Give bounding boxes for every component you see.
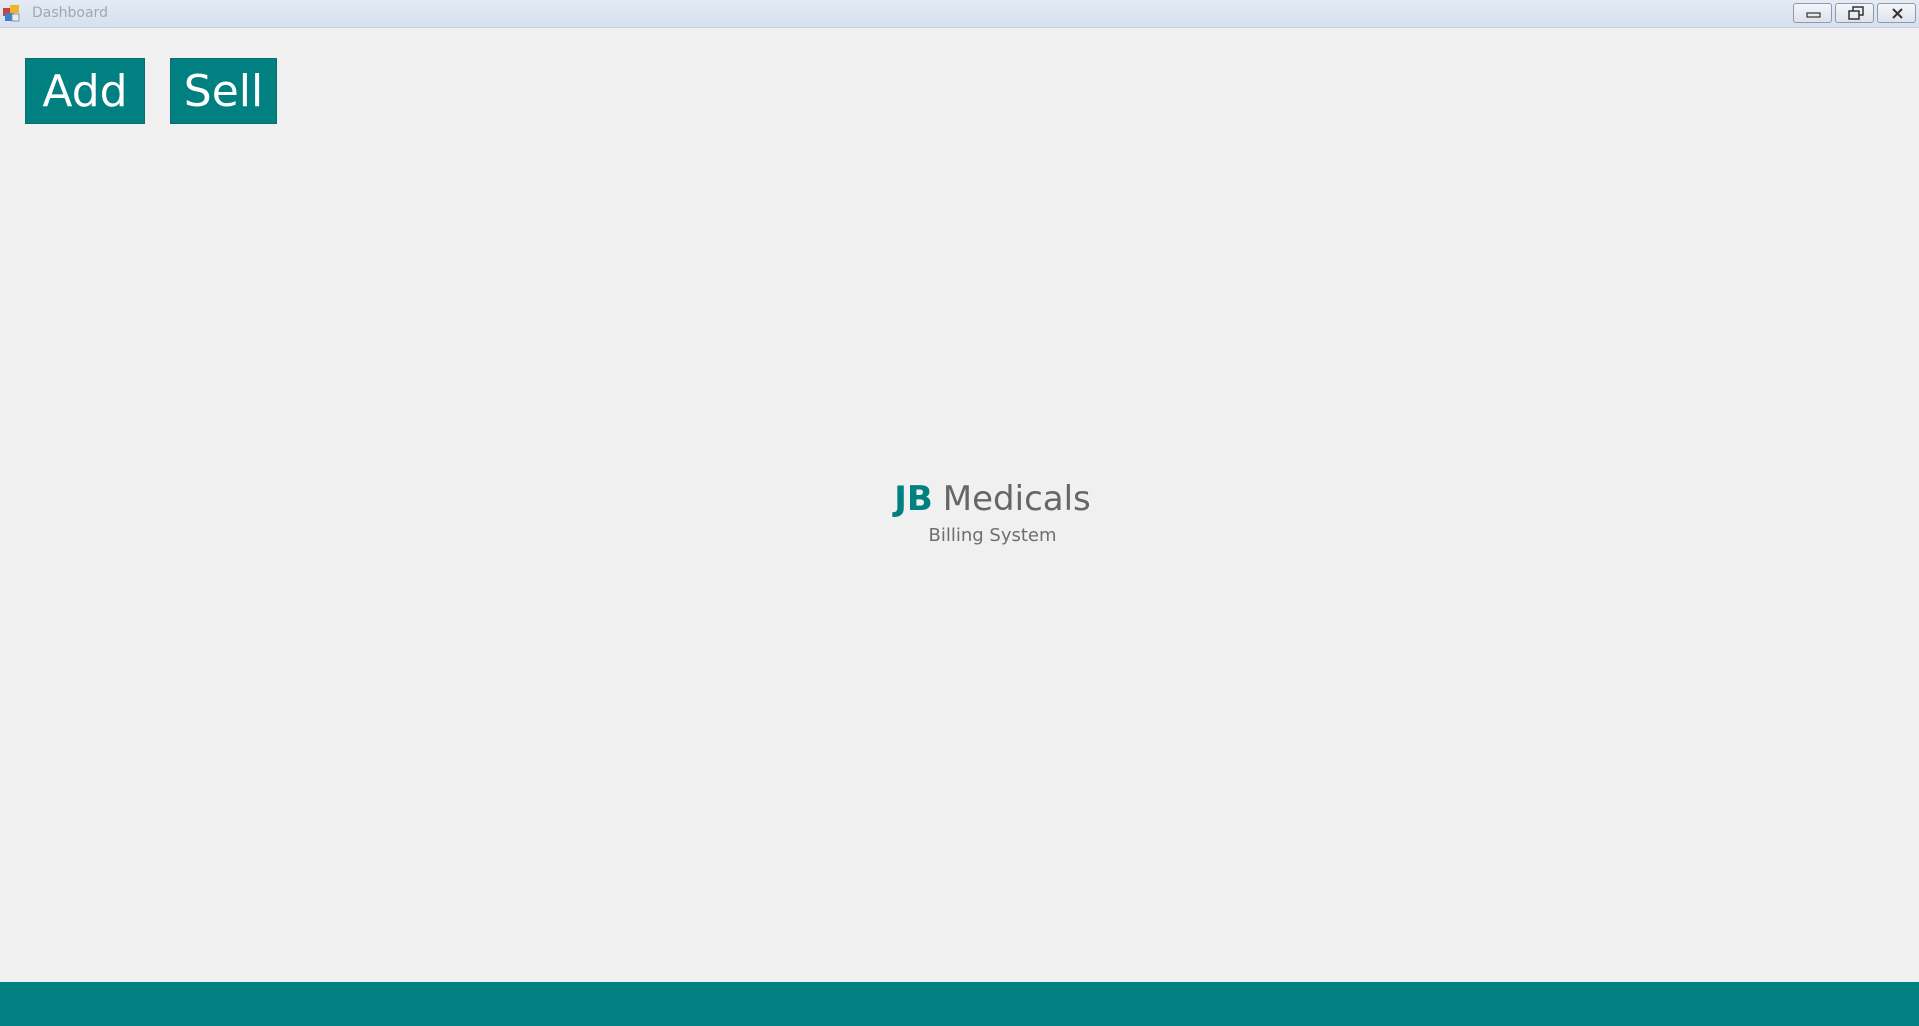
close-button[interactable] (1877, 3, 1916, 23)
brand-title: JB Medicals (0, 475, 1919, 523)
brand-block: JB Medicals Billing System (0, 475, 1919, 549)
footer-bar (0, 982, 1919, 1026)
sell-button[interactable]: Sell (170, 58, 277, 124)
minimize-button[interactable] (1793, 3, 1832, 23)
brand-subtitle: Billing System (928, 525, 1057, 546)
brand-name: Medicals (942, 479, 1091, 519)
app-window-icon[interactable] (3, 5, 20, 22)
title-bar[interactable]: Dashboard (0, 0, 1919, 28)
add-button[interactable]: Add (25, 58, 145, 124)
window-title: Dashboard (32, 5, 108, 21)
brand-abbr: JB (894, 479, 933, 519)
dashboard-window: Dashboard Add Sell JB Medicals Billing S… (0, 0, 1919, 1026)
restore-button[interactable] (1835, 3, 1874, 23)
